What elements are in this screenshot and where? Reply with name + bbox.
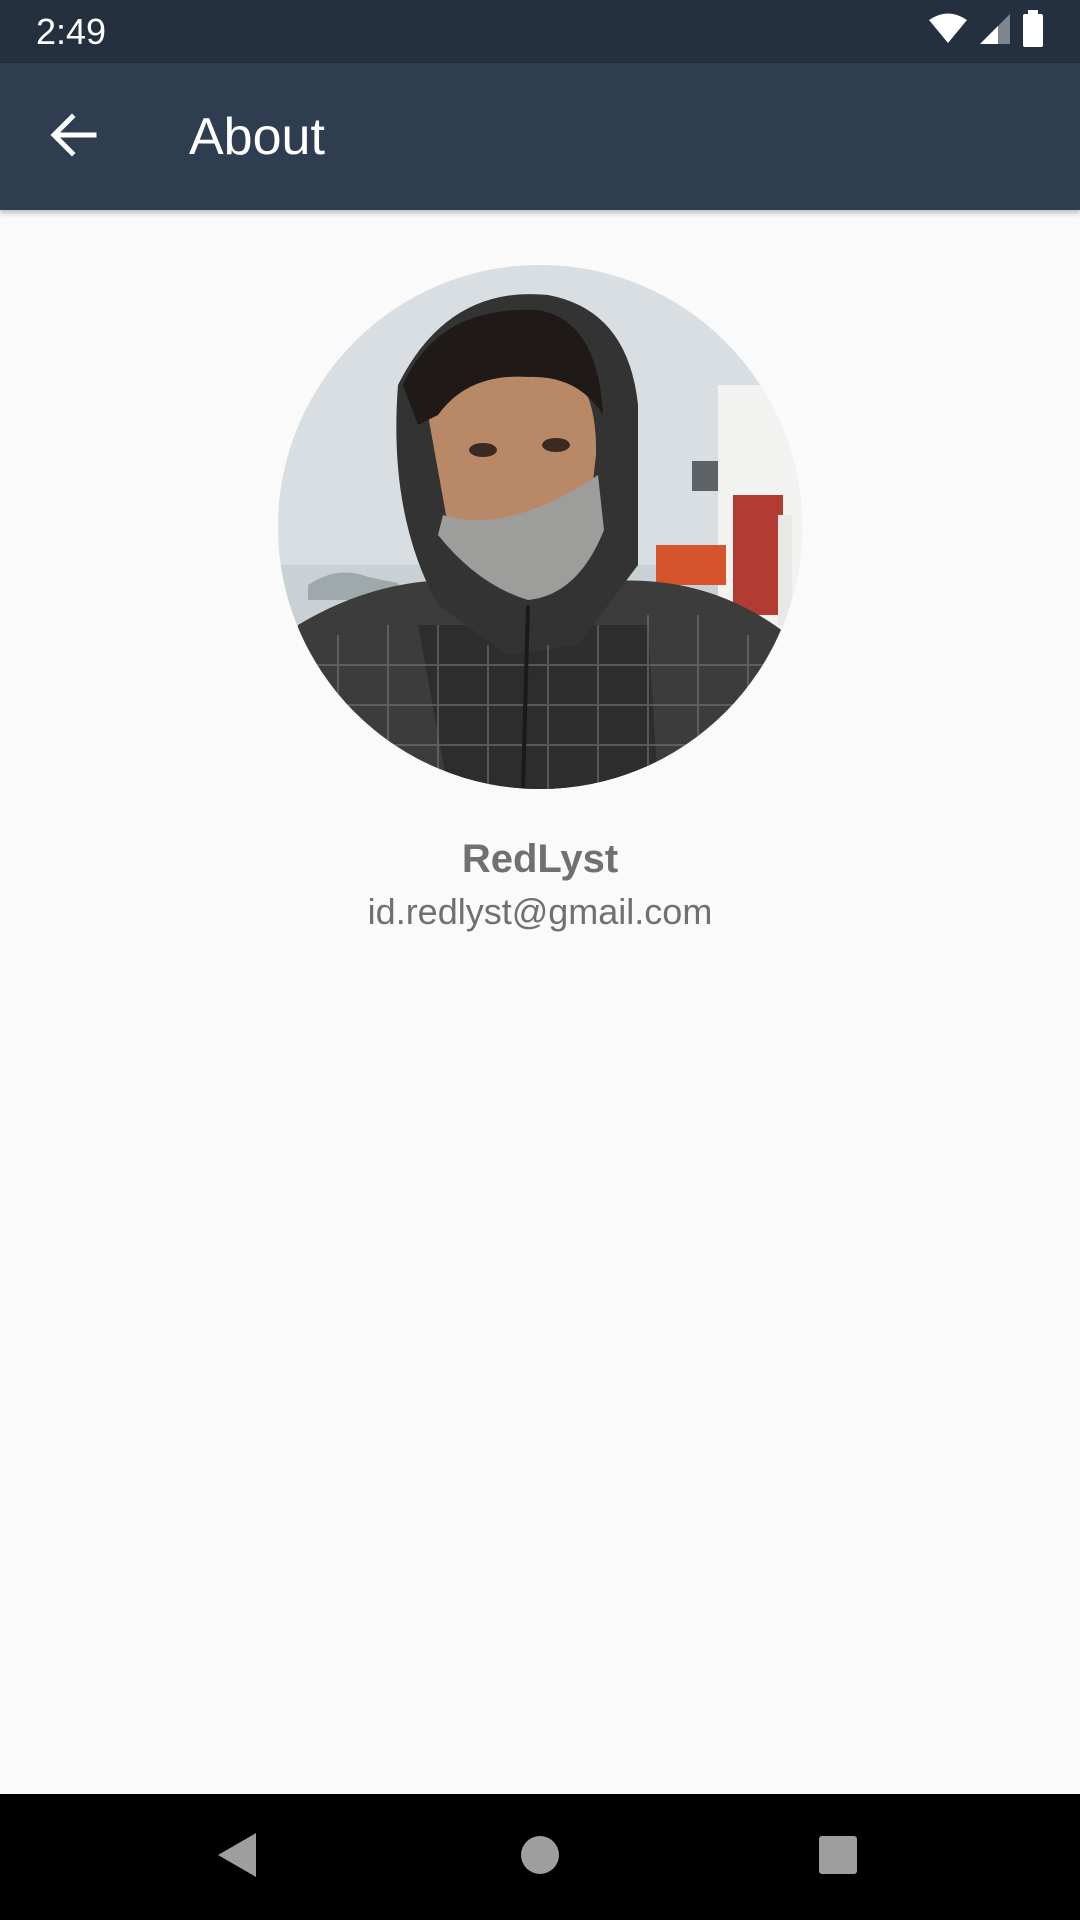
app-bar: About (0, 63, 1080, 210)
nav-back-button[interactable] (198, 1817, 278, 1897)
nav-recents-button[interactable] (798, 1817, 878, 1897)
page-title: About (189, 108, 325, 166)
arrow-back-icon (50, 112, 98, 162)
status-icons (928, 9, 1044, 53)
status-bar: 2:49 (0, 0, 1080, 63)
nav-recents-icon (818, 1835, 858, 1880)
cellular-signal-icon (978, 12, 1012, 51)
back-button[interactable] (28, 91, 120, 183)
nav-home-icon (520, 1835, 560, 1880)
nav-home-button[interactable] (500, 1817, 580, 1897)
avatar-photo (278, 265, 802, 789)
nav-back-icon (216, 1831, 260, 1884)
navigation-bar (0, 1794, 1080, 1920)
avatar (278, 265, 802, 789)
profile-email: id.redlyst@gmail.com (367, 891, 713, 932)
wifi-icon (928, 13, 968, 50)
about-content: RedLyst id.redlyst@gmail.com (0, 210, 1080, 1794)
status-time: 2:49 (36, 11, 107, 52)
profile-name: RedLyst (461, 837, 619, 881)
battery-icon (1022, 9, 1044, 53)
